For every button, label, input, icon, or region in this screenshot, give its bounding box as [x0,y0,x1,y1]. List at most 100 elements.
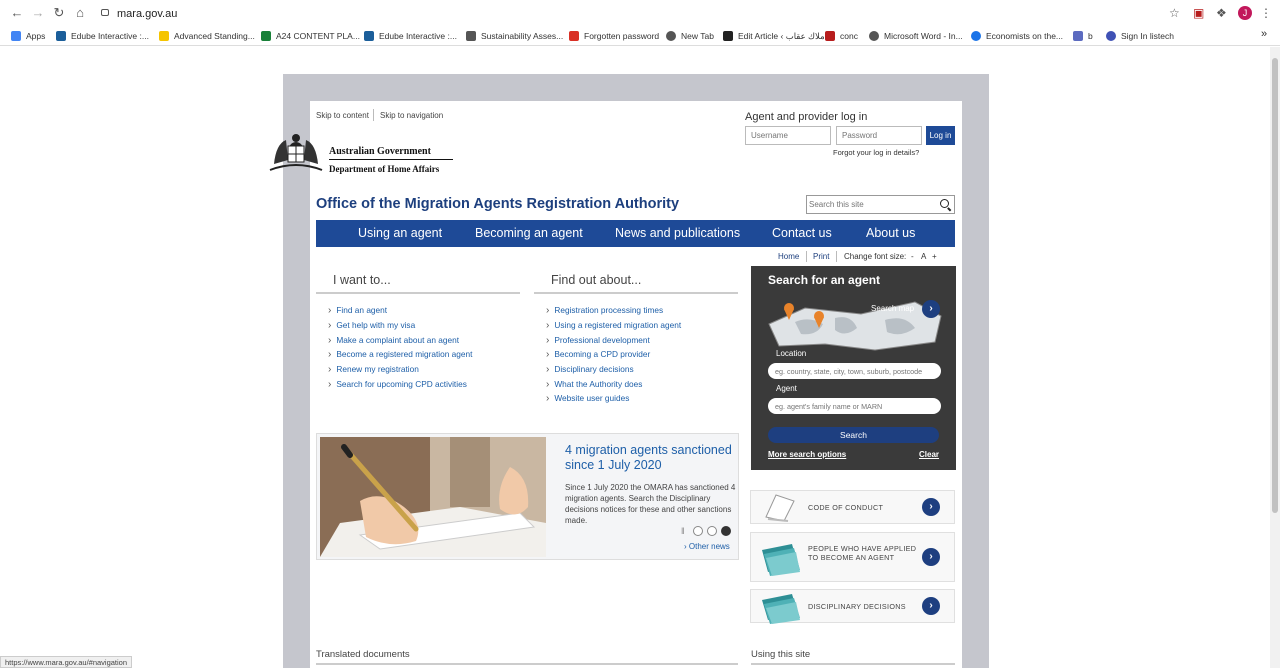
username-input[interactable] [745,126,831,145]
bookmarks-overflow-icon[interactable]: » [1261,27,1267,41]
link-get-help-visa[interactable]: Get help with my visa [328,320,415,331]
font-size-label: Change font size: [844,252,907,261]
back-arrow-icon[interactable]: ← [10,6,24,20]
find-out-heading: Find out about... [551,273,642,287]
puzzle-icon[interactable]: ❖ [1216,6,1227,20]
search-icon[interactable] [940,199,949,208]
using-this-site-heading: Using this site [751,649,811,660]
chevron-right-icon[interactable]: › [922,300,940,318]
department-name: Department of Home Affairs [329,164,440,174]
card-label: DISCIPLINARY DECISIONS [808,602,906,611]
bookmark-favicon-icon [159,31,169,41]
nav-using-an-agent[interactable]: Using an agent [358,220,442,247]
link-disciplinary-decisions[interactable]: Disciplinary decisions [546,364,633,375]
carousel-dot[interactable] [693,526,703,536]
link-find-an-agent[interactable]: Find an agent [328,305,387,316]
world-map-icon[interactable] [765,294,943,354]
agent-search-button[interactable]: Search [768,427,939,443]
extension-shield-icon[interactable]: ▣ [1193,6,1204,20]
scrollbar-thumb[interactable] [1272,58,1278,513]
divider [806,251,807,262]
home-link[interactable]: Home [778,252,799,261]
pause-icon[interactable]: ‖ [681,526,685,536]
print-link[interactable]: Print [813,252,829,261]
chevron-right-icon[interactable]: › [922,548,940,566]
nav-becoming-an-agent[interactable]: Becoming an agent [475,220,583,247]
bookmark-item[interactable]: Economists on the... [971,29,1063,43]
link-become-agent[interactable]: Become a registered migration agent [328,349,472,360]
link-search-cpd[interactable]: Search for upcoming CPD activities [328,379,467,390]
link-authority[interactable]: What the Authority does [546,379,642,390]
profile-avatar[interactable]: J [1238,6,1252,20]
skip-to-content-link[interactable]: Skip to content [316,111,369,120]
location-input[interactable] [768,363,941,379]
address-bar[interactable]: mara.gov.au [117,4,177,24]
carousel-dot[interactable] [707,526,717,536]
reload-icon[interactable]: ↻ [52,6,66,20]
bookmark-favicon-icon [56,31,66,41]
news-headline[interactable]: 4 migration agents sanctioned since 1 Ju… [565,443,735,473]
skip-to-navigation-link[interactable]: Skip to navigation [380,111,443,120]
nav-news-and-publications[interactable]: News and publications [615,220,740,247]
link-user-guides[interactable]: Website user guides [546,393,629,404]
bookmark-favicon-icon [971,31,981,41]
carousel-dot-active[interactable] [721,526,731,536]
bookmark-item[interactable]: Sustainability Asses... [466,29,563,43]
bookmark-item[interactable]: A24 CONTENT PLA... [261,29,360,43]
bookmarks-bar: Apps Edube Interactive :... Advanced Sta… [0,26,1280,46]
status-bar-url: https://www.mara.gov.au/#navigation [0,656,133,668]
translated-documents-heading: Translated documents [316,649,410,660]
font-increase-button[interactable]: + [932,252,937,261]
bookmark-item[interactable]: Forgotten password [569,29,659,43]
divider [751,663,955,665]
bookmark-item[interactable]: New Tab [666,29,714,43]
folders-icon [762,594,800,624]
lock-icon[interactable] [101,9,109,16]
password-input[interactable] [836,126,922,145]
bookmark-item[interactable]: Sign In listech [1106,29,1174,43]
more-menu-icon[interactable]: ⋮ [1260,6,1272,20]
font-decrease-button[interactable]: - [911,252,914,261]
nav-about-us[interactable]: About us [866,220,915,247]
link-processing-times[interactable]: Registration processing times [546,305,663,316]
agent-name-input[interactable] [768,398,941,414]
bookmark-favicon-icon [466,31,476,41]
link-using-agent[interactable]: Using a registered migration agent [546,320,681,331]
link-make-complaint[interactable]: Make a complaint about an agent [328,335,459,346]
bookmark-apps[interactable]: Apps [11,29,45,43]
gov-name: Australian Government [329,146,431,157]
more-search-options-link[interactable]: More search options [768,450,846,459]
bookmark-item[interactable]: Edube Interactive :... [364,29,457,43]
news-summary: Since 1 July 2020 the OMARA has sanction… [565,483,736,525]
star-icon[interactable]: ☆ [1169,6,1180,20]
other-news-link[interactable]: › Other news [684,542,730,551]
bookmark-item[interactable]: Edit Article ‹ ملاك عقاب [723,29,825,43]
home-icon[interactable]: ⌂ [73,6,87,20]
link-professional-development[interactable]: Professional development [546,335,649,346]
bookmark-favicon-icon [1073,31,1083,41]
forward-arrow-icon[interactable]: → [31,6,45,20]
clear-link[interactable]: Clear [919,450,939,459]
bookmark-item[interactable]: conc [825,29,858,43]
bookmark-item[interactable]: Advanced Standing... [159,29,255,43]
news-image[interactable] [320,437,546,557]
bookmark-item[interactable]: Edube Interactive :... [56,29,149,43]
nav-contact-us[interactable]: Contact us [772,220,832,247]
browser-toolbar: ← → ↻ ⌂ mara.gov.au ☆ ▣ ❖ J ⋮ [0,0,1280,26]
divider [316,292,520,294]
font-reset-button[interactable]: A [921,252,926,261]
divider [534,292,738,294]
chevron-right-icon[interactable]: › [922,597,940,615]
login-button[interactable]: Log in [926,126,955,145]
link-cpd-provider[interactable]: Becoming a CPD provider [546,349,650,360]
link-renew-registration[interactable]: Renew my registration [328,364,419,375]
bookmark-item[interactable]: b [1073,29,1093,43]
bookmark-item[interactable]: Microsoft Word - In... [869,29,963,43]
login-title: Agent and provider log in [745,111,868,123]
page-title[interactable]: Office of the Migration Agents Registrat… [316,196,679,212]
forgot-login-link[interactable]: Forgot your log in details? [833,148,919,157]
chevron-right-icon[interactable]: › [922,498,940,516]
search-input[interactable] [809,197,934,212]
divider [836,251,837,262]
search-map-label[interactable]: Search map [871,304,914,313]
